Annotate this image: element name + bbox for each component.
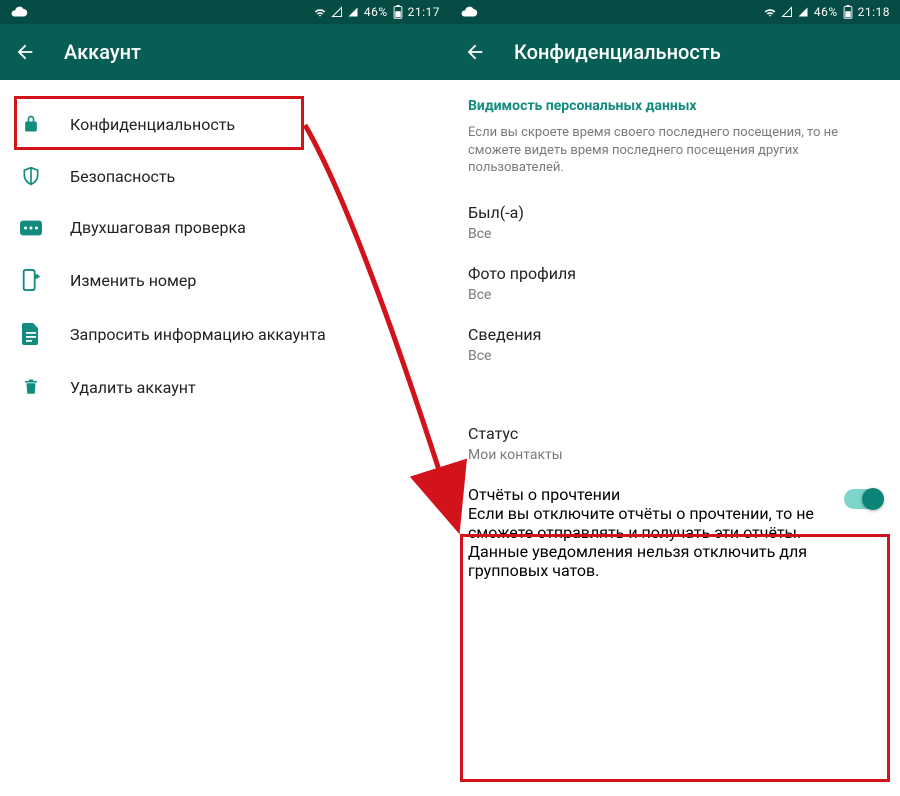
item-security[interactable]: Безопасность [0,150,450,202]
sim-swap-icon [20,269,42,291]
app-bar: Аккаунт [0,24,450,80]
status-icons [313,5,359,19]
item-two-step[interactable]: Двухшаговая проверка [0,202,450,253]
pref-about[interactable]: Сведения Все [450,311,900,372]
signal-icon [797,6,809,18]
battery-text: 46% [814,5,838,19]
shield-icon [20,166,42,186]
pref-value: Все [468,287,882,303]
status-bar: 46% 21:18 [450,0,900,24]
pref-description: Если вы отключите отчёты о прочтении, то… [468,504,832,580]
back-button[interactable] [464,41,486,63]
toggle-knob [862,488,884,510]
item-label: Двухшаговая проверка [70,218,246,237]
dots-icon [20,220,42,236]
battery-icon [843,5,853,19]
cloud-icon [460,3,478,21]
battery-text: 46% [364,5,388,19]
lock-icon [20,114,42,134]
pref-value: Все [468,348,882,364]
signal-empty-icon [331,6,343,18]
item-label: Удалить аккаунт [70,378,196,397]
document-icon [20,323,42,345]
pref-status[interactable]: Статус Мои контакты [450,410,900,471]
pref-value: Все [468,226,882,242]
wifi-icon [313,5,327,19]
back-button[interactable] [14,41,36,63]
cloud-icon [10,3,28,21]
item-change-number[interactable]: Изменить номер [0,253,450,307]
clock-text: 21:18 [858,5,890,19]
page-title: Аккаунт [64,40,141,64]
pref-title: Статус [468,424,882,443]
pref-last-seen[interactable]: Был(-а) Все [450,189,900,250]
item-label: Безопасность [70,167,175,186]
screen-privacy: 46% 21:18 Конфиденциальность Видимость п… [450,0,900,796]
toggle-switch[interactable] [844,489,882,509]
pref-title: Сведения [468,325,882,344]
signal-icon [347,6,359,18]
wifi-icon [763,5,777,19]
clock-text: 21:17 [408,5,440,19]
item-label: Запросить информацию аккаунта [70,325,326,344]
arrow-left-icon [14,41,36,63]
item-request-info[interactable]: Запросить информацию аккаунта [0,307,450,361]
account-list: Конфиденциальность Безопасность Двухшаго… [0,80,450,413]
item-label: Конфиденциальность [70,115,235,134]
status-icons [763,5,809,19]
screen-account: 46% 21:17 Аккаунт Конфиденциальность Без [0,0,450,796]
item-delete-account[interactable]: Удалить аккаунт [0,361,450,413]
item-privacy[interactable]: Конфиденциальность [0,98,450,150]
app-bar: Конфиденциальность [450,24,900,80]
signal-empty-icon [781,6,793,18]
section-header: Видимость персональных данных [450,80,900,124]
pref-profile-photo[interactable]: Фото профиля Все [450,250,900,311]
pref-value: Мои контакты [468,447,882,463]
page-title: Конфиденциальность [514,40,721,64]
pref-title: Отчёты о прочтении [468,485,832,504]
item-label: Изменить номер [70,271,196,290]
section-description: Если вы скроете время своего последнего … [450,124,900,189]
status-bar: 46% 21:17 [0,0,450,24]
pref-read-receipts[interactable]: Отчёты о прочтении Если вы отключите отч… [450,471,900,588]
pref-title: Был(-а) [468,203,882,222]
pref-title: Фото профиля [468,264,882,283]
arrow-left-icon [464,41,486,63]
battery-icon [393,5,403,19]
trash-icon [20,377,42,397]
